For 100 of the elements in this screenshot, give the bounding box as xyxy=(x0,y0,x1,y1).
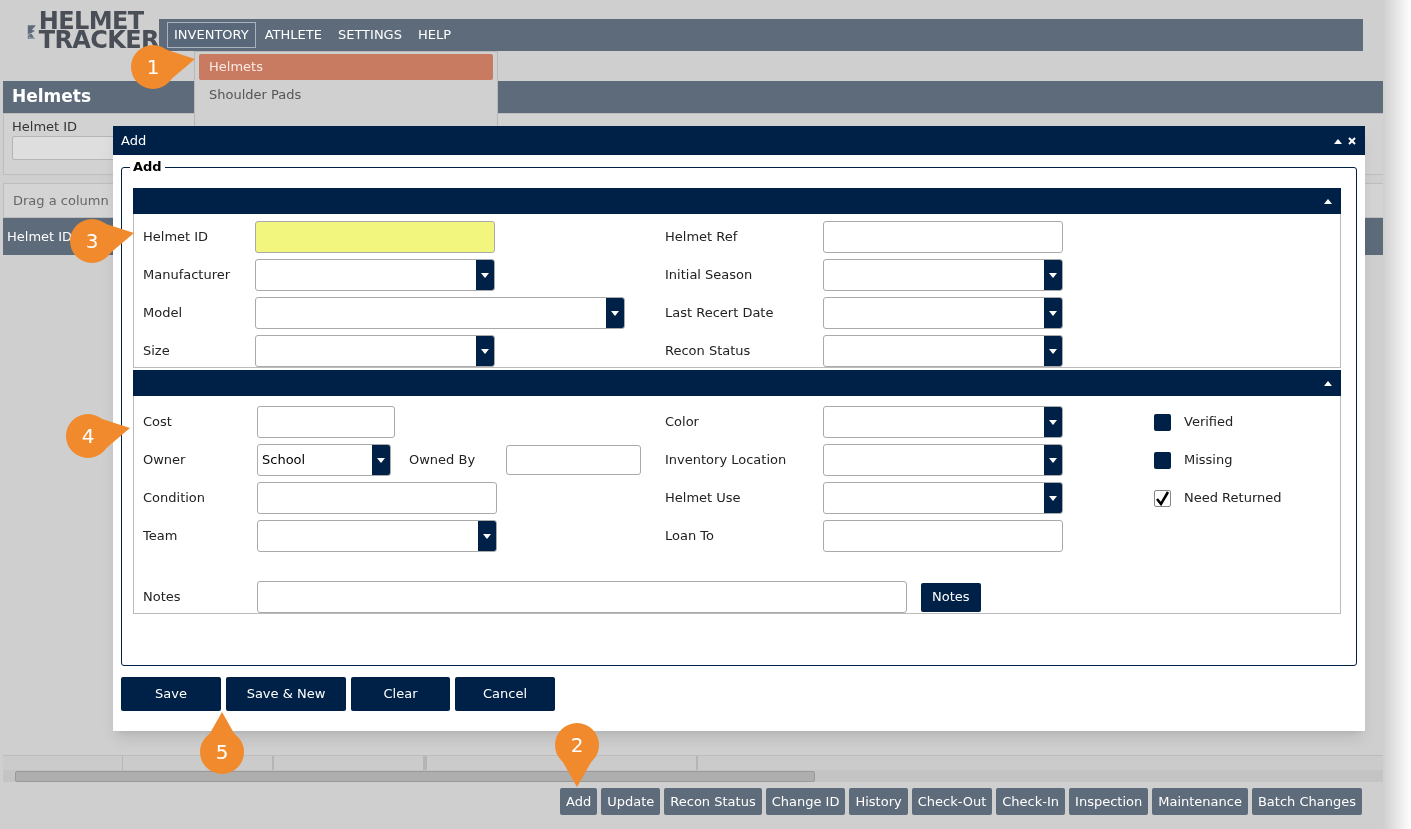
menu-item[interactable]: Helmets xyxy=(199,54,493,80)
dropdown-toggle[interactable] xyxy=(476,336,494,366)
field-label: Model xyxy=(143,304,184,323)
dropdown-field[interactable] xyxy=(255,259,495,291)
dropdown-field[interactable]: School xyxy=(257,444,391,476)
notes-field[interactable] xyxy=(257,581,907,613)
dropdown-field[interactable] xyxy=(823,406,1063,438)
field-label: Notes xyxy=(143,588,182,607)
callout-tooltip: 4 xyxy=(66,414,130,458)
field-value: School xyxy=(262,451,306,470)
caret-icon xyxy=(610,310,620,316)
dropdown-toggle[interactable] xyxy=(1044,298,1062,328)
column-header[interactable]: Helmet ID xyxy=(7,226,73,247)
text-field[interactable] xyxy=(823,520,1063,552)
caret-icon xyxy=(376,457,386,463)
nav-tab[interactable]: ATHLETE xyxy=(257,22,329,48)
field-label: Owned By xyxy=(409,451,477,470)
toolbar-button[interactable]: Batch Changes xyxy=(1251,788,1362,815)
caret-icon xyxy=(1048,310,1058,316)
field-label: Condition xyxy=(143,489,207,508)
dialog-button[interactable]: Cancel xyxy=(455,677,555,711)
text-field[interactable] xyxy=(506,445,641,475)
text-field[interactable] xyxy=(257,482,497,514)
dropdown-toggle[interactable] xyxy=(1044,445,1062,475)
checkbox-label: Missing xyxy=(1184,451,1233,470)
close-icon[interactable] xyxy=(1347,135,1357,146)
callout-tooltip: 3 xyxy=(70,219,134,263)
dropdown-field[interactable] xyxy=(823,444,1063,476)
field-label: Helmet Use xyxy=(665,489,742,508)
dialog-button[interactable]: Save xyxy=(121,677,221,711)
dropdown-toggle[interactable] xyxy=(372,445,390,475)
group-hint: Drag a column xyxy=(13,191,109,210)
field-label: Last Recert Date xyxy=(665,304,775,323)
logo-text: HELMET xyxy=(38,12,144,31)
caret-icon xyxy=(1048,495,1058,501)
check-icon xyxy=(1155,490,1170,506)
text-field[interactable] xyxy=(255,221,495,253)
toolbar-button[interactable]: Recon Status xyxy=(664,788,762,815)
toolbar-button[interactable]: Update xyxy=(601,788,661,815)
panel-title: Helmets xyxy=(12,85,92,109)
field-label: Loan To xyxy=(665,527,715,546)
dropdown-field[interactable] xyxy=(823,259,1063,291)
dropdown-toggle[interactable] xyxy=(478,521,496,551)
dropdown-toggle[interactable] xyxy=(1044,483,1062,513)
toolbar-button[interactable]: Check-Out xyxy=(911,788,993,815)
caret-icon xyxy=(1048,457,1058,463)
caret-icon xyxy=(1048,348,1058,354)
dropdown-toggle[interactable] xyxy=(1044,260,1062,290)
field-label: Cost xyxy=(143,413,173,432)
field-label: Team xyxy=(143,527,179,546)
nav-tab[interactable]: HELP xyxy=(410,22,459,48)
dialog-title: Add xyxy=(121,131,147,150)
text-field[interactable] xyxy=(257,406,395,438)
dropdown-field[interactable] xyxy=(257,520,497,552)
field-label: Recon Status xyxy=(665,342,752,361)
field-label: Owner xyxy=(143,451,187,470)
toolbar-button[interactable]: Inspection xyxy=(1069,788,1149,815)
collapse-icon[interactable] xyxy=(1323,379,1333,387)
toolbar-button[interactable]: Add xyxy=(560,788,598,815)
field-label: Manufacturer xyxy=(143,266,232,285)
caret-icon xyxy=(482,533,492,539)
checkbox[interactable] xyxy=(1154,451,1171,469)
dropdown-toggle[interactable] xyxy=(476,260,494,290)
dropdown-field[interactable] xyxy=(255,297,625,329)
dropdown-field[interactable] xyxy=(823,335,1063,367)
text-field[interactable] xyxy=(823,221,1063,253)
caret-icon xyxy=(480,348,490,354)
dropdown-toggle[interactable] xyxy=(1044,407,1062,437)
scrollbar-thumb[interactable] xyxy=(15,770,815,782)
toolbar-button[interactable]: Change ID xyxy=(765,788,846,815)
callout-tooltip: 5 xyxy=(200,712,244,774)
notes-button[interactable]: Notes xyxy=(921,582,981,612)
checkbox[interactable] xyxy=(1154,413,1171,431)
field-label: Helmet ID xyxy=(143,228,210,247)
caret-icon xyxy=(1048,272,1058,278)
dropdown-toggle[interactable] xyxy=(1044,336,1062,366)
dialog-button[interactable]: Save & New xyxy=(226,677,346,711)
collapse-icon[interactable] xyxy=(1323,197,1333,205)
field-label: Inventory Location xyxy=(665,451,788,470)
dropdown-toggle[interactable] xyxy=(606,298,624,328)
toolbar-button[interactable]: History xyxy=(849,788,908,815)
field-label: Size xyxy=(143,342,171,361)
nav-tab[interactable]: SETTINGS xyxy=(330,22,409,48)
dialog-button[interactable]: Clear xyxy=(351,677,450,711)
nav-tab[interactable]: INVENTORY xyxy=(167,22,256,48)
callout-tooltip: 2 xyxy=(555,723,599,787)
checkbox[interactable] xyxy=(1154,489,1171,507)
field-label: Initial Season xyxy=(665,266,754,285)
toolbar-button[interactable]: Check-In xyxy=(996,788,1066,815)
checkbox-label: Need Returned xyxy=(1184,489,1282,508)
checkbox-label: Verified xyxy=(1184,413,1234,432)
toolbar-button[interactable]: Maintenance xyxy=(1152,788,1248,815)
dropdown-field[interactable] xyxy=(823,297,1063,329)
dropdown-field[interactable] xyxy=(255,335,495,367)
dropdown-field[interactable] xyxy=(823,482,1063,514)
filter-label: Helmet ID xyxy=(12,119,78,135)
field-label: Helmet Ref xyxy=(665,228,739,247)
field-label: Color xyxy=(665,413,700,432)
menu-item[interactable]: Shoulder Pads xyxy=(199,82,493,108)
caret-icon xyxy=(1048,419,1058,425)
